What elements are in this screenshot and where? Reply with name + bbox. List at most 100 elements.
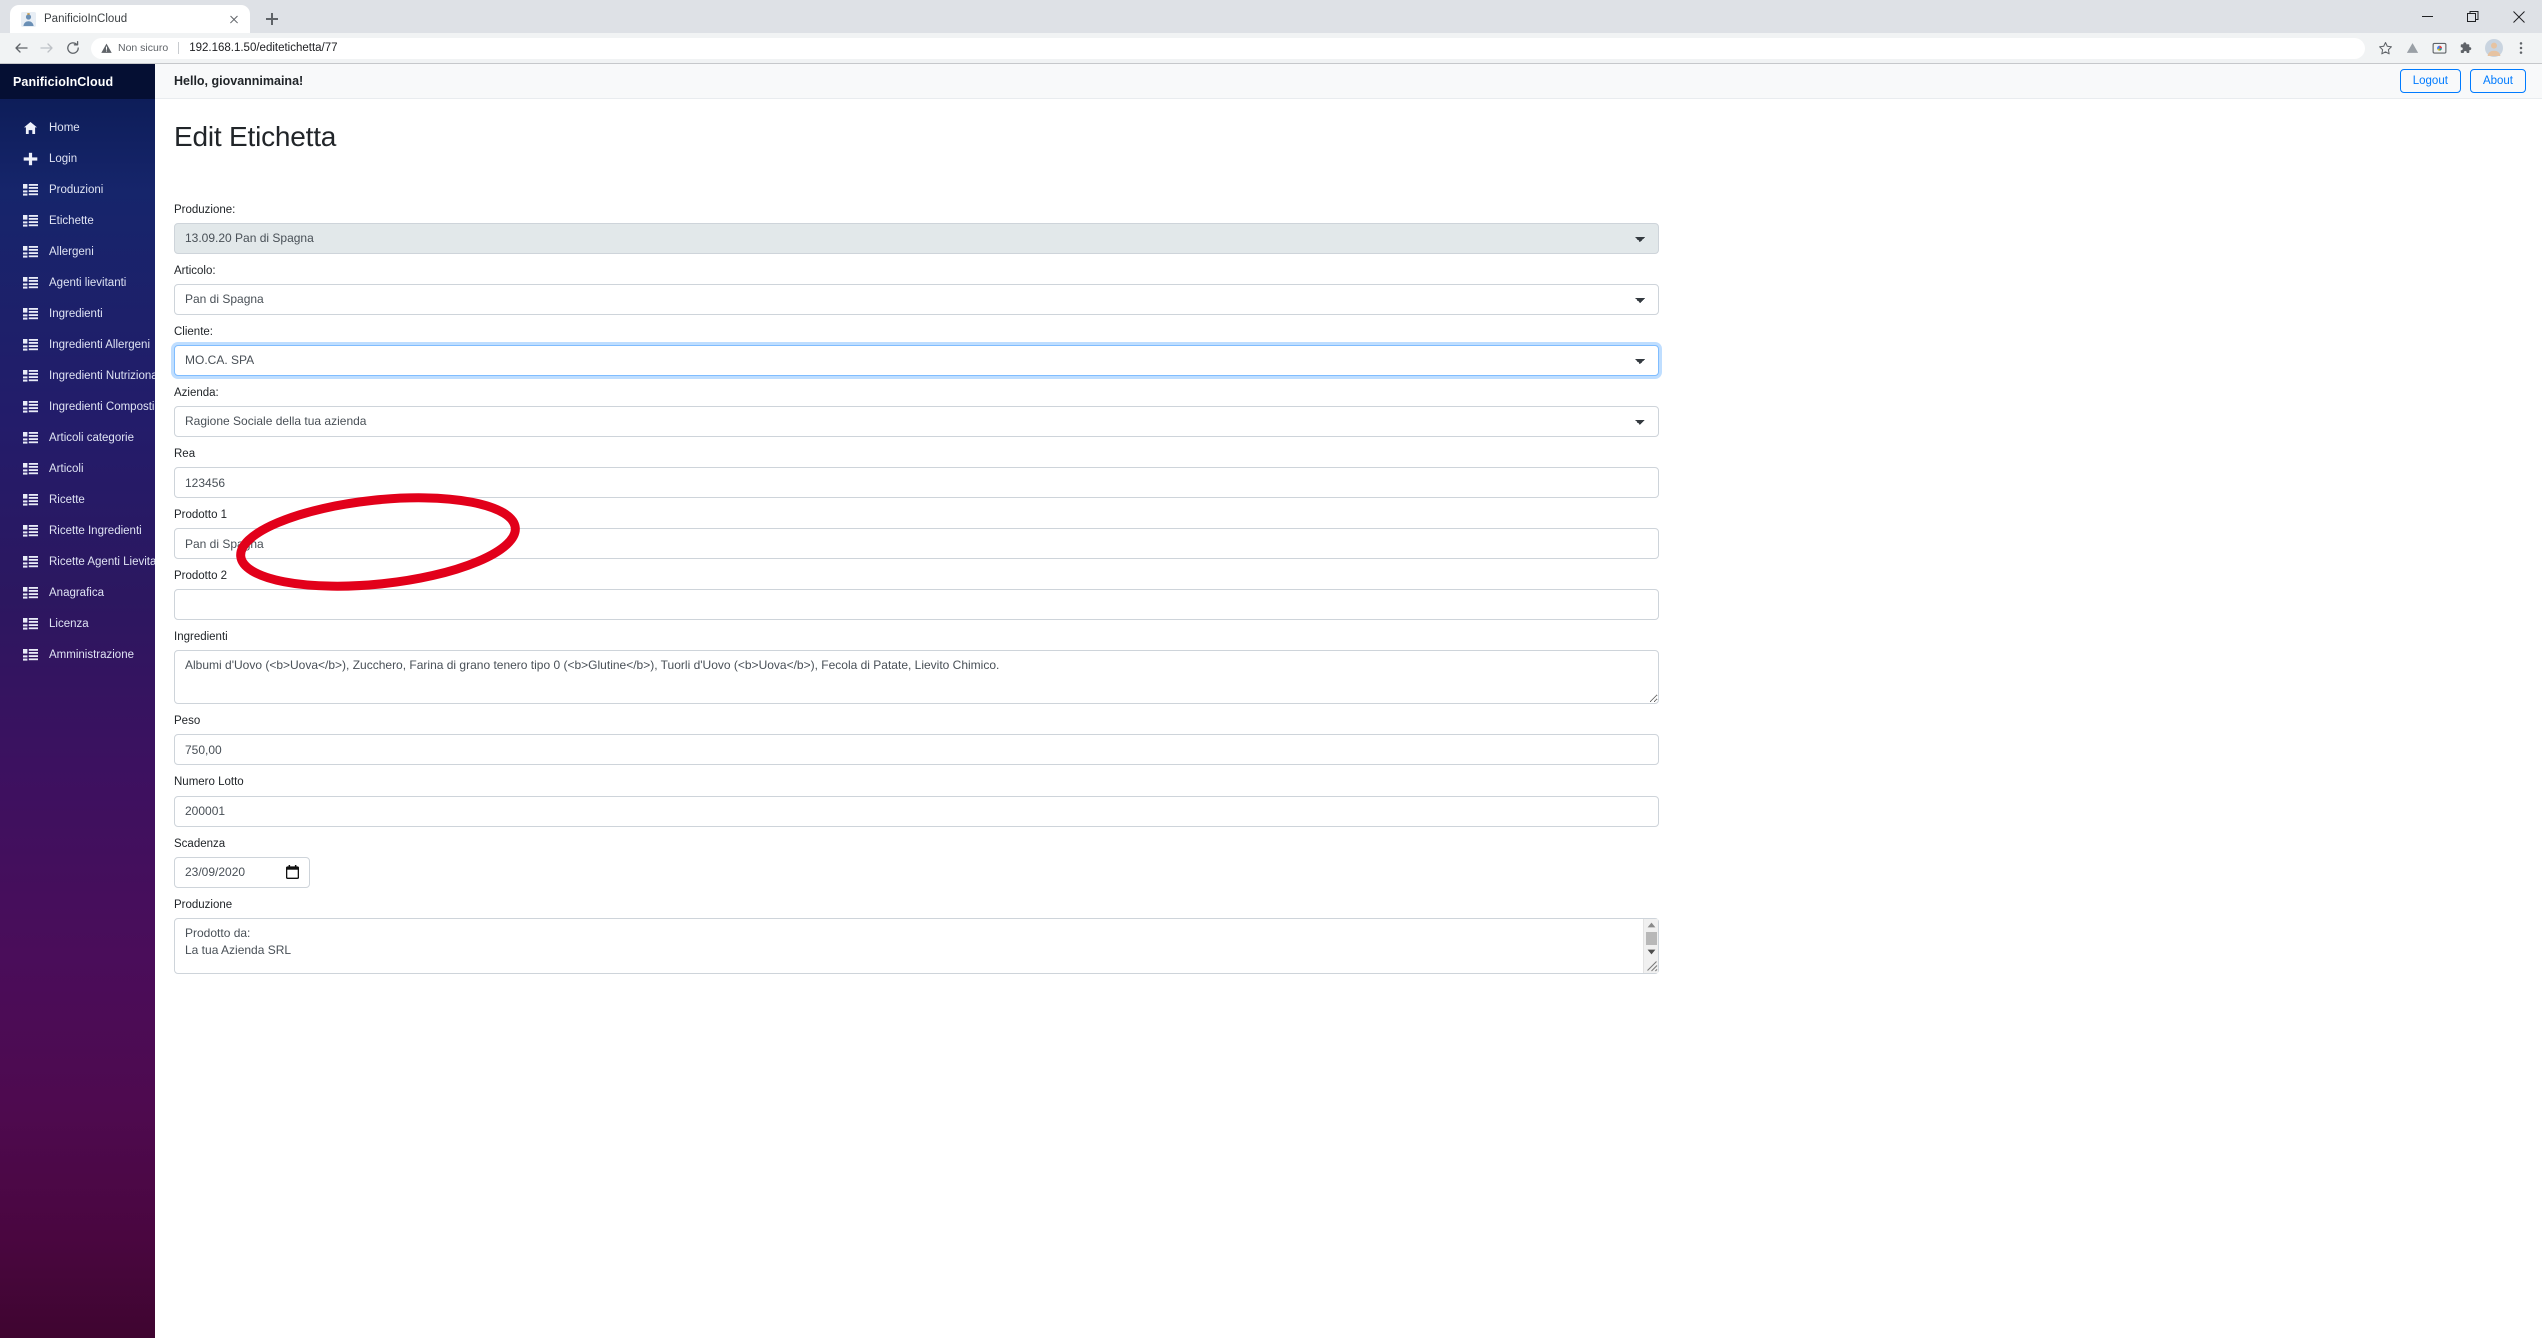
sidebar-nav-list: Home Login Produzioni Etichette Allergen… xyxy=(0,99,169,670)
page-body: PanificioInCloud Home Login Produzioni E… xyxy=(0,64,2542,1338)
window-controls xyxy=(2404,0,2542,33)
sidebar-item-label: Ingredienti Nutrizionali xyxy=(49,369,163,382)
scadenza-date-input[interactable] xyxy=(174,856,310,888)
list-icon xyxy=(23,338,38,352)
field-group-prodotto1: Prodotto 1 xyxy=(174,507,1659,560)
produzione-select-label: Produzione: xyxy=(174,203,236,216)
logout-button[interactable]: Logout xyxy=(2399,68,2461,94)
textarea-resize-grip[interactable] xyxy=(1644,958,1659,973)
sidebar-item-label: Anagrafica xyxy=(49,586,104,599)
reload-button[interactable] xyxy=(60,35,86,61)
azienda-select[interactable]: Ragione Sociale della tua azienda xyxy=(174,405,1659,437)
sidebar-item-label: Ingredienti Composti xyxy=(49,400,155,413)
prodotto2-input[interactable] xyxy=(174,589,1659,621)
back-button[interactable] xyxy=(8,35,34,61)
articolo-select[interactable]: Pan di Spagna xyxy=(174,283,1659,315)
sidebar-item-allergeni[interactable]: Allergeni xyxy=(0,236,155,267)
extensions-puzzle-icon[interactable] xyxy=(2453,35,2480,62)
sidebar-item-label: Home xyxy=(49,121,80,134)
sidebar-item-produzioni[interactable]: Produzioni xyxy=(0,174,155,205)
browser-toolbar: Non sicuro 192.168.1.50/editetichetta/77 xyxy=(0,33,2542,64)
cast-icon[interactable] xyxy=(2426,35,2453,62)
sidebar-item-label: Etichette xyxy=(49,214,94,227)
tab-strip: PanificioInCloud xyxy=(0,0,2542,33)
forward-button[interactable] xyxy=(34,35,60,61)
sidebar: PanificioInCloud Home Login Produzioni E… xyxy=(0,64,169,1338)
bookmark-star-icon[interactable] xyxy=(2372,35,2399,62)
tab-close-icon[interactable] xyxy=(226,11,242,27)
page-title: Edit Etichetta xyxy=(174,121,337,152)
sidebar-item-label: Login xyxy=(49,152,78,165)
ingredienti-textarea[interactable]: Albumi d'Uovo (<b>Uova</b>), Zucchero, F… xyxy=(174,650,1659,705)
scrollbar-thumb[interactable] xyxy=(1645,931,1657,945)
sidebar-item-ricette[interactable]: Ricette xyxy=(0,484,155,515)
sidebar-item-articoli-categorie[interactable]: Articoli categorie xyxy=(0,422,155,453)
topbar-actions: Logout About xyxy=(2399,68,2526,94)
field-group-produzione-text: Produzione Prodotto da: La tua Azienda S… xyxy=(174,897,1659,974)
sidebar-item-agenti-lievitanti[interactable]: Agenti lievitanti xyxy=(0,267,155,298)
rea-input[interactable] xyxy=(174,467,1659,499)
field-group-cliente: Cliente: MO.CA. SPA xyxy=(174,324,1659,376)
produzione-textarea[interactable]: Prodotto da: La tua Azienda SRL xyxy=(174,917,1659,974)
scadenza-label: Scadenza xyxy=(174,837,226,850)
new-tab-button[interactable] xyxy=(258,5,286,33)
sidebar-item-licenza[interactable]: Licenza xyxy=(0,608,155,639)
not-secure-label: Non sicuro xyxy=(118,42,169,54)
field-group-rea: Rea xyxy=(174,446,1659,499)
produzione-textarea-scrollbar[interactable] xyxy=(1643,918,1659,973)
plus-icon xyxy=(23,152,38,166)
home-icon xyxy=(23,121,38,135)
profile-avatar-icon[interactable] xyxy=(2480,35,2507,62)
address-bar[interactable]: Non sicuro 192.168.1.50/editetichetta/77 xyxy=(91,37,2365,59)
sidebar-item-anagrafica[interactable]: Anagrafica xyxy=(0,577,155,608)
browser-tab[interactable]: PanificioInCloud xyxy=(10,5,250,33)
sidebar-item-label: Allergeni xyxy=(49,245,94,258)
list-icon xyxy=(23,586,38,600)
sidebar-item-articoli[interactable]: Articoli xyxy=(0,453,155,484)
minimize-button[interactable] xyxy=(2404,0,2450,33)
peso-label: Peso xyxy=(174,715,201,728)
sidebar-item-ingredienti-composti[interactable]: Ingredienti Composti xyxy=(0,391,155,422)
sidebar-item-label: Articoli categorie xyxy=(49,431,135,444)
list-icon xyxy=(23,214,38,228)
sidebar-item-ingredienti-allergeni[interactable]: Ingredienti Allergeni xyxy=(0,329,155,360)
sidebar-item-label: Ricette Ingredienti xyxy=(49,524,142,537)
prodotto1-input[interactable] xyxy=(174,528,1659,560)
maximize-button[interactable] xyxy=(2450,0,2496,33)
close-button[interactable] xyxy=(2496,0,2542,33)
scroll-up-arrow-icon[interactable] xyxy=(1644,919,1659,931)
list-icon xyxy=(23,524,38,538)
sidebar-item-label: Ricette xyxy=(49,493,85,506)
list-icon xyxy=(23,183,38,197)
field-group-peso: Peso xyxy=(174,713,1659,766)
produzione-select[interactable]: 13.09.20 Pan di Spagna xyxy=(174,222,1659,254)
numero-lotto-input[interactable] xyxy=(174,795,1659,827)
sidebar-item-login[interactable]: Login xyxy=(0,143,155,174)
cliente-select[interactable]: MO.CA. SPA xyxy=(174,344,1659,376)
sidebar-item-label: Agenti lievitanti xyxy=(49,276,127,289)
toolbar-icons xyxy=(2372,35,2534,62)
sidebar-item-ingredienti-nutrizionali[interactable]: Ingredienti Nutrizionali xyxy=(0,360,163,391)
sidebar-item-ingredienti[interactable]: Ingredienti xyxy=(0,298,155,329)
scroll-down-arrow-icon[interactable] xyxy=(1644,946,1659,958)
list-icon xyxy=(23,431,38,445)
tab-title: PanificioInCloud xyxy=(44,13,128,25)
google-drive-icon[interactable] xyxy=(2399,35,2426,62)
field-group-produzione-select: Produzione: 13.09.20 Pan di Spagna xyxy=(174,202,1659,254)
ingredienti-label: Ingredienti xyxy=(174,631,228,644)
chrome-menu-icon[interactable] xyxy=(2507,35,2534,62)
articolo-label: Articolo: xyxy=(174,264,216,277)
sidebar-item-home[interactable]: Home xyxy=(0,112,155,143)
azienda-label: Azienda: xyxy=(174,386,219,399)
sidebar-brand[interactable]: PanificioInCloud xyxy=(0,64,155,99)
about-button[interactable]: About xyxy=(2469,68,2526,94)
peso-input[interactable] xyxy=(174,734,1659,766)
sidebar-item-label: Produzioni xyxy=(49,183,104,196)
sidebar-item-etichette[interactable]: Etichette xyxy=(0,205,155,236)
list-icon xyxy=(23,369,38,383)
content-container: Edit Etichetta Produzione: 13.09.20 Pan … xyxy=(155,99,2542,974)
cliente-label: Cliente: xyxy=(174,325,213,338)
sidebar-item-amministrazione[interactable]: Amministrazione xyxy=(0,639,155,670)
sidebar-item-ricette-ingredienti[interactable]: Ricette Ingredienti xyxy=(0,515,155,546)
sidebar-item-ricette-agenti-lievitanti[interactable]: Ricette Agenti Lievitanti xyxy=(0,546,169,577)
